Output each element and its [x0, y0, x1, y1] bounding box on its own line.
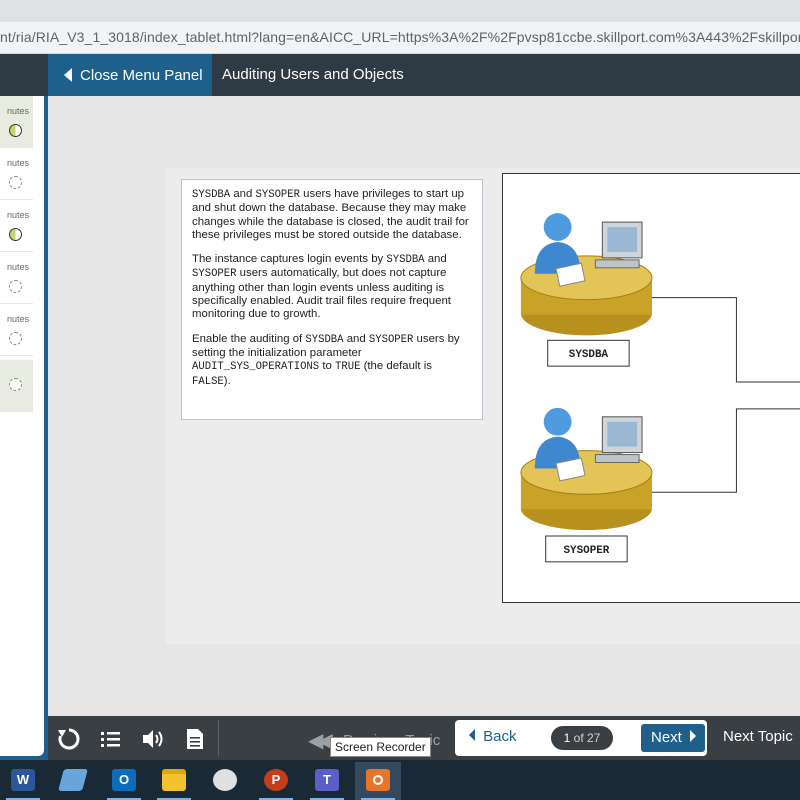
chevron-right-icon: [690, 730, 697, 742]
next-button[interactable]: Next: [641, 724, 705, 752]
transcript-icon[interactable]: [182, 726, 208, 752]
page-total: of 27: [573, 731, 601, 745]
tooltip: Screen Recorder: [330, 737, 431, 757]
browser-address-bar[interactable]: nt/ria/RIA_V3_1_3018/index_tablet.html?l…: [0, 0, 800, 54]
menu-item[interactable]: nutes: [0, 252, 33, 304]
back-button[interactable]: Back: [469, 728, 517, 745]
taskbar-app-outlook[interactable]: O: [101, 762, 147, 800]
notes-icon: [58, 769, 88, 791]
paragraph-text: The instance captures login events by: [192, 253, 387, 266]
sysdba-label: SYSDBA: [569, 349, 609, 361]
course-header: Close Menu Panel Auditing Users and Obje…: [0, 54, 800, 96]
taskbar: W O P T: [0, 760, 800, 800]
paragraph-text: and: [343, 332, 369, 345]
menu-item[interactable]: nutes: [0, 200, 33, 252]
not-started-icon: [9, 280, 22, 293]
paragraph-text: ).: [223, 374, 231, 387]
menu-item-duration: nutes: [6, 262, 29, 272]
address-url[interactable]: nt/ria/RIA_V3_1_3018/index_tablet.html?l…: [0, 29, 800, 45]
screen-recorder-icon: [366, 769, 390, 791]
paragraph-text: to: [319, 360, 335, 373]
code-term: FALSE: [192, 375, 224, 388]
chevron-left-icon: [469, 729, 475, 741]
paint-palette-icon: [213, 769, 237, 791]
paragraph-text: and: [424, 253, 447, 266]
code-term: SYSOPER: [255, 189, 301, 201]
code-term: SYSDBA: [192, 189, 231, 201]
taskbar-app-screen-recorder[interactable]: [355, 762, 401, 800]
not-started-icon: [9, 378, 22, 391]
next-topic-button[interactable]: Next Topic: [723, 728, 793, 745]
taskbar-app-paint[interactable]: [202, 762, 248, 800]
menu-item-duration: nutes: [6, 106, 29, 116]
next-label: Next: [651, 729, 682, 746]
not-started-icon: [9, 332, 22, 345]
partial-progress-icon: [9, 228, 22, 241]
slide-paragraph: SYSDBA and SYSOPER users have privileges…: [192, 188, 472, 242]
menu-panel: nutes nutes nutes nutes nutes: [0, 96, 44, 756]
close-menu-label: Close Menu Panel: [80, 66, 203, 84]
menu-item-duration: nutes: [6, 158, 29, 168]
page-indicator: 1 of 27: [551, 726, 613, 750]
connector-line: [652, 297, 800, 383]
menu-item[interactable]: nutes: [0, 304, 33, 356]
code-term: SYSDBA: [386, 254, 425, 267]
close-menu-panel-button[interactable]: Close Menu Panel: [48, 54, 212, 96]
folder-icon: [162, 769, 186, 791]
slide-paragraph: The instance captures login events by SY…: [192, 253, 472, 321]
taskbar-app-teams[interactable]: T: [304, 762, 350, 800]
word-icon: W: [11, 769, 35, 791]
paragraph-text: (the default is: [360, 360, 432, 373]
double-chevron-left-icon: ◀◀: [308, 730, 333, 752]
back-label: Back: [483, 728, 517, 745]
chevron-left-icon: [64, 68, 72, 82]
menu-item[interactable]: [0, 360, 33, 412]
audio-icon[interactable]: [140, 726, 166, 752]
page-navigator: Back 1 of 27 Next: [455, 720, 707, 756]
connector-line: [652, 408, 800, 493]
teams-icon: T: [315, 769, 339, 791]
replay-icon[interactable]: [56, 726, 82, 752]
browser-tab-strip: [0, 0, 800, 22]
slide-paragraph: Enable the auditing of SYSDBA and SYSOPE…: [192, 333, 472, 389]
menu-item-duration: nutes: [6, 210, 29, 220]
menu-item-duration: nutes: [6, 314, 29, 324]
code-term: SYSOPER: [368, 333, 414, 346]
sysoper-user-illustration: [520, 407, 653, 531]
partial-progress-icon: [9, 124, 22, 137]
page-current: 1: [563, 731, 571, 745]
slide-text-box: SYSDBA and SYSOPER users have privileges…: [181, 179, 483, 420]
menu-item[interactable]: nutes: [0, 148, 33, 200]
paragraph-text: Enable the auditing of: [192, 332, 306, 345]
paragraph-text: and: [230, 188, 256, 200]
taskbar-app-powerpoint[interactable]: P: [253, 762, 299, 800]
nav-divider: [218, 720, 219, 756]
users-diagram: SYSDBA SYSOPER: [502, 173, 800, 603]
menu-item[interactable]: nutes: [0, 96, 33, 148]
code-term: SYSOPER: [192, 268, 237, 281]
taskbar-app-file-explorer[interactable]: [151, 762, 197, 800]
taskbar-app-notes[interactable]: [50, 762, 96, 800]
taskbar-app-word[interactable]: W: [0, 762, 46, 800]
sysoper-label: SYSOPER: [564, 545, 610, 557]
page-title: Auditing Users and Objects: [222, 66, 404, 83]
outline-list-icon[interactable]: [98, 726, 124, 752]
powerpoint-icon: P: [264, 769, 288, 791]
outlook-icon: O: [112, 769, 136, 791]
code-term: SYSDBA: [305, 333, 344, 346]
sysdba-user-illustration: [520, 213, 653, 336]
not-started-icon: [9, 176, 22, 189]
code-term: TRUE: [335, 361, 361, 374]
code-term: AUDIT_SYS_OPERATIONS: [192, 361, 320, 374]
